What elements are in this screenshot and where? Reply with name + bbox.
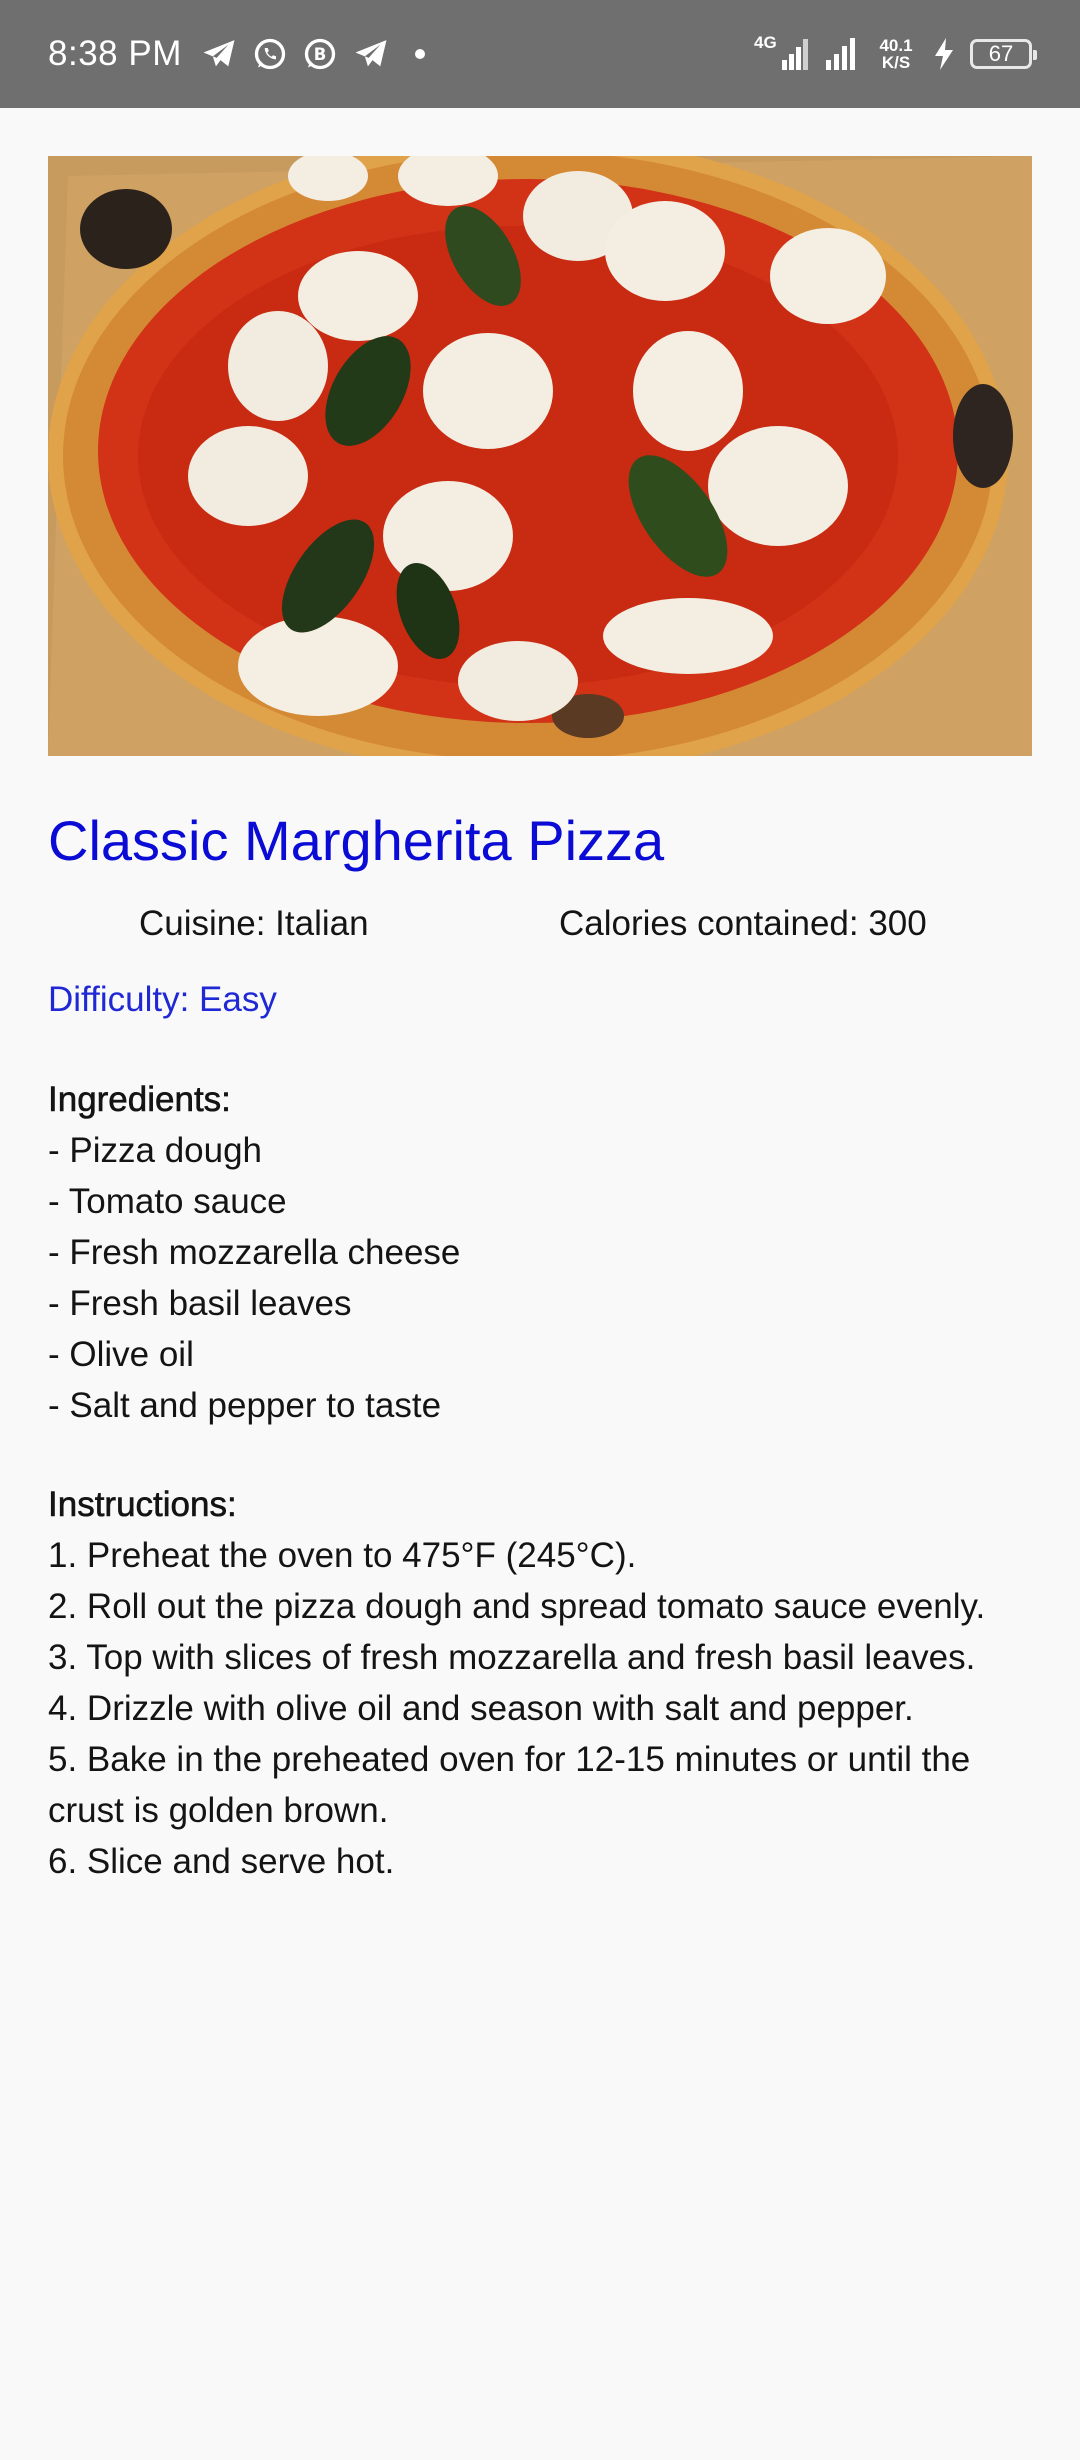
pizza-illustration — [48, 156, 1032, 756]
status-bar: 8:38 PM B 4G 40.1 K/S 67 — [0, 0, 1080, 108]
ingredient-item: - Pizza dough — [48, 1131, 263, 1170]
ingredients-heading: Ingredients: — [48, 1080, 232, 1120]
more-notifications-dot-icon — [414, 48, 426, 60]
network-speed-indicator: 40.1 K/S — [874, 37, 918, 71]
whatsapp-icon — [252, 36, 288, 72]
system-icons: 4G 40.1 K/S 67 — [754, 28, 1037, 80]
notification-icons: B — [200, 30, 426, 78]
status-time: 8:38 PM — [48, 34, 182, 73]
telegram-icon — [200, 37, 238, 71]
ingredient-item: - Fresh basil leaves — [48, 1284, 352, 1323]
ingredient-item: - Fresh mozzarella cheese — [48, 1233, 461, 1272]
network-speed-unit: K/S — [881, 53, 911, 72]
ingredient-item: - Tomato sauce — [48, 1182, 287, 1221]
instructions-heading: Instructions: — [48, 1485, 237, 1525]
ingredient-item: - Olive oil — [48, 1335, 194, 1374]
business-whatsapp-icon: B — [302, 36, 338, 72]
instruction-step: 2. Roll out the pizza dough and spread t… — [48, 1587, 986, 1626]
svg-text:B: B — [314, 45, 327, 64]
instruction-step: 1. Preheat the oven to 475°F (245°C). — [48, 1536, 637, 1575]
telegram-icon — [352, 37, 390, 71]
recipe-cuisine: Cuisine: Italian — [139, 904, 369, 943]
ingredients-section: Ingredients: - Pizza dough - Tomato sauc… — [48, 1074, 1048, 1431]
charging-bolt-icon — [932, 37, 956, 71]
recipe-title: Classic Margherita Pizza — [48, 809, 665, 872]
recipe-calories: Calories contained: 300 — [559, 904, 927, 943]
instruction-step: 6. Slice and serve hot. — [48, 1842, 395, 1881]
battery-level: 67 — [988, 41, 1014, 66]
signal-strength-icon — [824, 36, 860, 72]
ingredient-item: - Salt and pepper to taste — [48, 1386, 442, 1425]
instruction-step: 4. Drizzle with olive oil and season wit… — [48, 1689, 914, 1728]
recipe-difficulty: Difficulty: Easy — [48, 980, 277, 1019]
signal-4g-icon: 4G — [754, 34, 810, 74]
recipe-image — [48, 156, 1032, 756]
instructions-section: Instructions: 1. Preheat the oven to 475… — [48, 1479, 1048, 1887]
network-speed-value: 40.1 — [879, 36, 913, 55]
battery-icon: 67 — [970, 39, 1037, 69]
instruction-step: 3. Top with slices of fresh mozzarella a… — [48, 1638, 976, 1677]
instruction-step: 5. Bake in the preheated oven for 12-15 … — [48, 1740, 971, 1830]
